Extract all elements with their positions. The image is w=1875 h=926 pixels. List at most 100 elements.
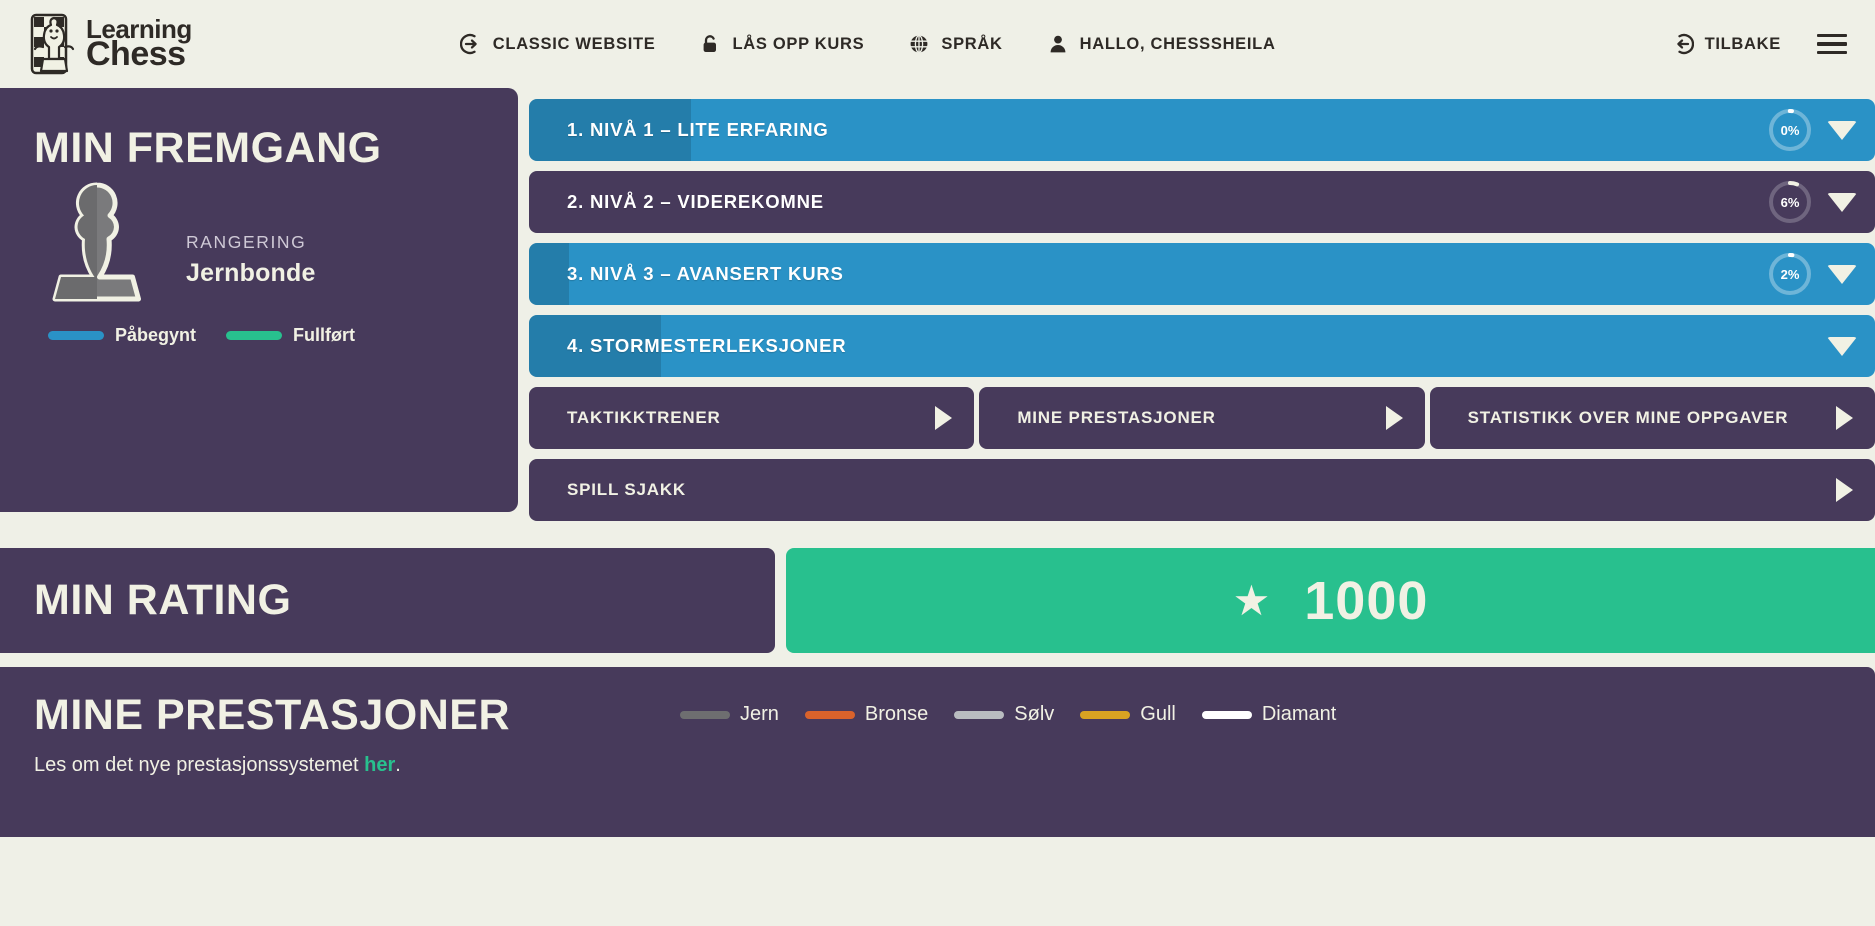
progress-percent-3: 2% bbox=[1780, 266, 1800, 282]
chevron-right-icon-statistics bbox=[1835, 406, 1853, 430]
nav-label-user-greeting: Hallo, Chesssheila bbox=[1079, 34, 1276, 53]
legend-swatch-jern bbox=[680, 710, 730, 719]
rating-value-card: ★ 1000 bbox=[786, 548, 1875, 653]
rating-value: 1000 bbox=[1304, 570, 1429, 631]
chess-pawn-logo-icon bbox=[30, 13, 78, 75]
legend-item-completed: Fullført bbox=[226, 325, 355, 346]
hamburger-bar-1 bbox=[1817, 34, 1847, 38]
hamburger-menu-icon[interactable] bbox=[1817, 34, 1847, 54]
user-icon bbox=[1047, 33, 1069, 55]
rank-texts: Rangering Jernbonde bbox=[186, 196, 316, 288]
level-fill-3 bbox=[529, 243, 570, 305]
lock-icon bbox=[699, 33, 721, 55]
nav-item-unlock-course[interactable]: Lås opp kurs bbox=[699, 33, 864, 55]
action-row-primary: Taktikktrener Mine prestasjoner Statisti… bbox=[529, 387, 1875, 449]
achievements-subtitle-text: Les om det nye prestasjonssystemet bbox=[34, 754, 365, 776]
page-title: Min fremgang bbox=[34, 124, 382, 172]
legend-label-gull: Gull bbox=[1140, 703, 1176, 725]
globe-icon bbox=[908, 33, 930, 55]
level-row-3[interactable]: 3. Nivå 3 – Avansert kurs 2% bbox=[529, 243, 1875, 305]
my-achievements-button[interactable]: Mine prestasjoner bbox=[979, 387, 1425, 449]
star-icon: ★ bbox=[1232, 576, 1271, 624]
top-area: Min fremgang Rangering Jernbonde Påbegyn… bbox=[0, 88, 1875, 531]
tactics-trainer-label: Taktikktrener bbox=[567, 408, 721, 428]
rating-title: Min rating bbox=[34, 576, 292, 624]
logo-line-2: Chess bbox=[86, 35, 186, 74]
legend-label-jern: Jern bbox=[740, 703, 779, 725]
rating-band: Min rating ★ 1000 bbox=[0, 548, 1875, 653]
nav-label-language: Språk bbox=[941, 34, 1003, 53]
action-row-secondary: Spill sjakk bbox=[529, 459, 1875, 521]
level-label-2: 2. Nivå 2 – Viderekomne bbox=[567, 191, 824, 212]
chevron-down-icon-2[interactable] bbox=[1827, 192, 1857, 212]
page-body: Min fremgang Rangering Jernbonde Påbegyn… bbox=[0, 88, 1875, 837]
achievements-subtitle: Les om det nye prestasjonssystemet her. bbox=[34, 754, 1841, 777]
back-button-label: Tilbake bbox=[1704, 34, 1781, 53]
main-nav: Classic website Lås opp kurs bbox=[459, 33, 1276, 55]
legend-swatch-bronse bbox=[804, 710, 855, 719]
level-controls-1: 0% bbox=[1767, 99, 1857, 161]
achievements-subtitle-period: . bbox=[395, 754, 401, 776]
logo[interactable]: Learning Chess bbox=[30, 13, 192, 75]
legend-item-jern: Jern bbox=[680, 703, 779, 726]
chevron-right-icon-tactics bbox=[935, 406, 953, 430]
nav-label-unlock-course: Lås opp kurs bbox=[732, 34, 865, 53]
achievements-legend: Jern Bronse Sølv Gull Diamant bbox=[680, 703, 1336, 726]
level-controls-2: 6% bbox=[1767, 171, 1857, 233]
legend-swatch-solv bbox=[954, 710, 1005, 719]
level-controls-4 bbox=[1827, 315, 1857, 377]
play-chess-label: Spill sjakk bbox=[567, 480, 687, 500]
task-statistics-button[interactable]: Statistikk over mine oppgaver bbox=[1429, 387, 1875, 449]
chevron-right-icon-achievements bbox=[1385, 406, 1403, 430]
levels-panel: 1. Nivå 1 – Lite erfaring 0% 2. Nivå 2 –… bbox=[529, 88, 1875, 531]
rank-row: Rangering Jernbonde bbox=[34, 177, 484, 307]
header-right-controls: Tilbake bbox=[1672, 33, 1847, 55]
progress-card: Min fremgang Rangering Jernbonde Påbegyn… bbox=[0, 88, 518, 512]
chevron-down-icon-1[interactable] bbox=[1827, 120, 1857, 140]
app-header: Learning Chess Classic website Lås bbox=[0, 0, 1875, 88]
level-row-1[interactable]: 1. Nivå 1 – Lite erfaring 0% bbox=[529, 99, 1875, 161]
achievements-info-link[interactable]: her bbox=[364, 754, 395, 776]
nav-item-classic-website[interactable]: Classic website bbox=[459, 33, 656, 55]
progress-percent-1: 0% bbox=[1780, 122, 1800, 138]
rank-label: Rangering bbox=[186, 232, 307, 252]
legend-item-diamant: Diamant bbox=[1201, 703, 1337, 726]
level-row-2[interactable]: 2. Nivå 2 – Viderekomne 6% bbox=[529, 171, 1875, 233]
back-button[interactable]: Tilbake bbox=[1672, 33, 1781, 55]
progress-legend: Påbegynt Fullført bbox=[34, 325, 484, 346]
legend-swatch-completed bbox=[226, 331, 283, 340]
level-label-4: 4. Stormesterleksjoner bbox=[567, 335, 847, 356]
level-row-4[interactable]: 4. Stormesterleksjoner bbox=[529, 315, 1875, 377]
legend-label-bronse: Bronse bbox=[864, 703, 929, 725]
rank-value: Jernbonde bbox=[186, 259, 316, 287]
progress-ring-2: 6% bbox=[1767, 179, 1813, 225]
progress-ring-3: 2% bbox=[1767, 251, 1813, 297]
legend-label-started: Påbegynt bbox=[115, 325, 197, 345]
chevron-down-icon-3[interactable] bbox=[1827, 264, 1857, 284]
legend-item-solv: Sølv bbox=[954, 703, 1054, 726]
progress-ring-1: 0% bbox=[1767, 107, 1813, 153]
hamburger-bar-3 bbox=[1817, 50, 1847, 54]
chevron-down-icon-4[interactable] bbox=[1827, 336, 1857, 356]
tactics-trainer-button[interactable]: Taktikktrener bbox=[529, 387, 975, 449]
achievements-band: Mine prestasjoner Les om det nye prestas… bbox=[0, 667, 1875, 837]
hamburger-bar-2 bbox=[1817, 42, 1847, 46]
legend-swatch-diamant bbox=[1201, 710, 1252, 719]
legend-item-gull: Gull bbox=[1080, 703, 1176, 726]
my-achievements-label: Mine prestasjoner bbox=[1017, 408, 1216, 428]
rating-title-card: Min rating bbox=[0, 548, 775, 653]
play-chess-button[interactable]: Spill sjakk bbox=[529, 459, 1875, 521]
legend-item-bronse: Bronse bbox=[804, 703, 929, 726]
level-label-3: 3. Nivå 3 – Avansert kurs bbox=[567, 263, 844, 284]
level-label-1: 1. Nivå 1 – Lite erfaring bbox=[567, 119, 829, 140]
pawn-icon bbox=[34, 177, 160, 307]
legend-label-solv: Sølv bbox=[1014, 703, 1055, 725]
nav-label-classic-website: Classic website bbox=[492, 34, 656, 53]
chevron-right-icon-play bbox=[1836, 478, 1853, 502]
legend-swatch-started bbox=[48, 331, 104, 340]
legend-label-diamant: Diamant bbox=[1261, 703, 1337, 725]
progress-percent-2: 6% bbox=[1780, 194, 1800, 210]
legend-label-completed: Fullført bbox=[293, 325, 356, 345]
nav-item-user-greeting[interactable]: Hallo, Chesssheila bbox=[1047, 33, 1276, 55]
nav-item-language[interactable]: Språk bbox=[908, 33, 1002, 55]
